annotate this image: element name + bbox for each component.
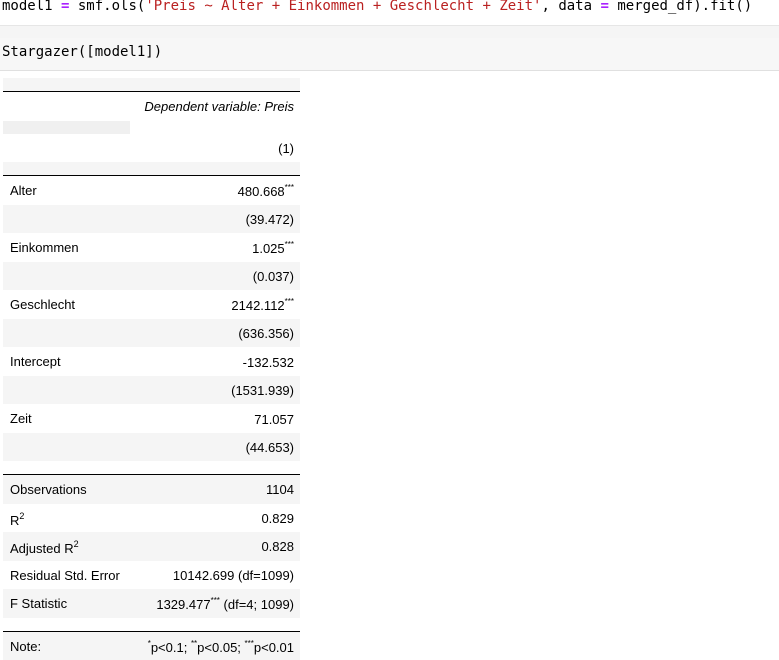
table-spacer [3, 618, 300, 631]
code-text-stargazer: Stargazer([model1]) [2, 44, 162, 60]
residual-std-error-row: Residual Std. Error 10142.699 (df=1099) [3, 561, 300, 590]
f-statistic-row: F Statistic 1329.477*** (df=4; 1099) [3, 589, 300, 618]
variable-label: Alter [10, 183, 37, 198]
se-row-einkommen: (0.037) [3, 262, 300, 291]
coefficient-value: 480.668*** [238, 183, 294, 199]
stat-label: F Statistic [10, 596, 67, 611]
stat-value: 1329.477*** (df=4; 1099) [156, 596, 294, 612]
code-string: 'Preis ~ Alter + Einkommen + Geschlecht … [145, 0, 541, 14]
note-row: Note: *p<0.1; **p<0.05; ***p<0.01 [3, 632, 300, 660]
coefficient-value: -132.532 [243, 354, 294, 370]
adjusted-r-squared-row: Adjusted R2 0.828 [3, 532, 300, 561]
stat-label: Observations [10, 482, 87, 497]
significance-note: *p<0.1; **p<0.05; ***p<0.01 [148, 639, 294, 655]
standard-error-value: (636.356) [238, 326, 294, 341]
coef-row-alter: Alter 480.668*** [3, 176, 300, 205]
cell-separator [0, 25, 779, 39]
stat-value: 10142.699 (df=1099) [173, 568, 294, 583]
variable-label: Geschlecht [10, 297, 75, 312]
se-row-alter: (39.472) [3, 205, 300, 234]
coef-row-zeit: Zeit 71.057 [3, 404, 300, 433]
stat-label: R2 [10, 511, 24, 528]
code-text: smf.ols( [69, 0, 145, 14]
variable-label: Einkommen [10, 240, 79, 255]
dependent-variable-label: Dependent variable: Preis [144, 99, 294, 114]
dependent-variable-row: Dependent variable: Preis [3, 92, 300, 121]
se-row-zeit: (44.653) [3, 433, 300, 462]
variable-label: Zeit [10, 411, 32, 426]
coefficient-value: 1.025*** [252, 240, 294, 256]
code-text: model1 [2, 0, 61, 14]
observations-row: Observations 1104 [3, 475, 300, 504]
stat-value: 1104 [266, 482, 294, 497]
regression-table: Dependent variable: Preis (1) Alter 480.… [3, 78, 300, 660]
standard-error-value: (44.653) [246, 440, 294, 455]
table-spacer [3, 78, 300, 91]
note-label: Note: [10, 639, 41, 654]
standard-error-value: (0.037) [253, 269, 294, 284]
header-blank-bar [3, 121, 130, 134]
model-column-label: (1) [278, 141, 294, 156]
code-text: merged_df).fit() [609, 0, 752, 14]
se-row-intercept: (1531.939) [3, 376, 300, 405]
stat-value: 0.829 [261, 511, 294, 526]
stat-label: Residual Std. Error [10, 568, 120, 583]
code-text: , data [541, 0, 600, 14]
coefficient-value: 71.057 [254, 411, 294, 427]
coefficient-value: 2142.112*** [231, 297, 294, 313]
stat-label: Adjusted R2 [10, 539, 79, 556]
code-cell-ols[interactable]: model1 = smf.ols('Preis ~ Alter + Einkom… [2, 0, 752, 14]
code-operator: = [600, 0, 608, 14]
coef-row-geschlecht: Geschlecht 2142.112*** [3, 290, 300, 319]
se-row-geschlecht: (636.356) [3, 319, 300, 348]
table-spacer [3, 162, 300, 175]
table-spacer [3, 461, 300, 474]
standard-error-value: (39.472) [246, 212, 294, 227]
coef-row-einkommen: Einkommen 1.025*** [3, 233, 300, 262]
table-spacer [3, 121, 300, 134]
model-column-row: (1) [3, 134, 300, 163]
standard-error-value: (1531.939) [231, 383, 294, 398]
coef-row-intercept: Intercept -132.532 [3, 347, 300, 376]
stat-value: 0.828 [261, 539, 294, 554]
variable-label: Intercept [10, 354, 61, 369]
r-squared-row: R2 0.829 [3, 504, 300, 533]
